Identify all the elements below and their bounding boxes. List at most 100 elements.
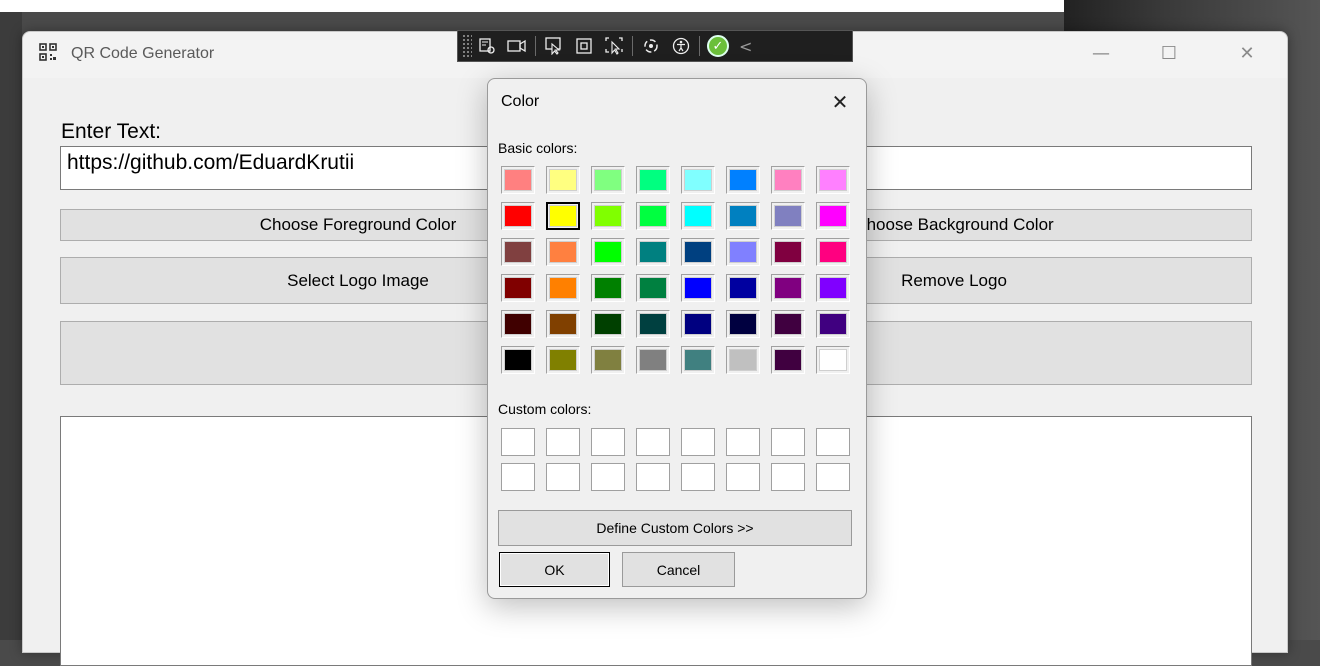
basic-color-swatch[interactable] (591, 346, 625, 374)
debug-toolbar: ✓ < (457, 30, 853, 62)
swatch-fill (549, 313, 577, 335)
cancel-button[interactable]: Cancel (622, 552, 735, 587)
basic-color-swatch[interactable] (546, 346, 580, 374)
basic-color-swatch[interactable] (726, 346, 760, 374)
basic-color-swatch[interactable] (636, 346, 670, 374)
basic-color-swatch[interactable] (771, 238, 805, 266)
custom-color-swatch[interactable] (771, 428, 805, 456)
swatch-fill (639, 313, 667, 335)
basic-color-swatch[interactable] (636, 238, 670, 266)
basic-color-swatch[interactable] (816, 310, 850, 338)
basic-color-swatch[interactable] (636, 166, 670, 194)
basic-color-swatch[interactable] (546, 202, 580, 230)
swatch-fill (774, 277, 802, 299)
basic-color-swatch[interactable] (771, 166, 805, 194)
binding-check-icon[interactable]: ✓ (707, 35, 729, 57)
custom-color-swatch[interactable] (681, 428, 715, 456)
custom-color-swatch[interactable] (636, 463, 670, 491)
basic-color-swatch[interactable] (501, 274, 535, 302)
swatch-fill (504, 277, 532, 299)
basic-color-swatch[interactable] (771, 310, 805, 338)
custom-color-swatch[interactable] (726, 428, 760, 456)
custom-color-swatch[interactable] (501, 428, 535, 456)
custom-color-swatch[interactable] (501, 463, 535, 491)
basic-color-swatch[interactable] (546, 310, 580, 338)
basic-color-swatch[interactable] (681, 166, 715, 194)
basic-color-swatch[interactable] (816, 346, 850, 374)
basic-color-swatch[interactable] (501, 238, 535, 266)
basic-color-swatch[interactable] (681, 238, 715, 266)
ok-button[interactable]: OK (499, 552, 610, 587)
swatch-fill (594, 277, 622, 299)
basic-colors-label: Basic colors: (498, 140, 578, 156)
swatch-fill (729, 349, 757, 371)
record-icon[interactable] (502, 33, 532, 59)
close-button[interactable]: ✕ (1227, 40, 1267, 68)
basic-color-swatch[interactable] (546, 274, 580, 302)
basic-color-swatch[interactable] (501, 310, 535, 338)
custom-color-swatch[interactable] (591, 463, 625, 491)
select-element-icon[interactable] (539, 33, 569, 59)
custom-color-swatch[interactable] (771, 463, 805, 491)
basic-color-swatch[interactable] (726, 202, 760, 230)
custom-color-swatch[interactable] (816, 463, 850, 491)
basic-color-swatch[interactable] (636, 310, 670, 338)
collapse-icon[interactable]: < (739, 37, 752, 56)
basic-color-swatch[interactable] (681, 346, 715, 374)
basic-color-swatch[interactable] (501, 202, 535, 230)
basic-color-swatch[interactable] (501, 166, 535, 194)
basic-color-swatch[interactable] (591, 274, 625, 302)
swatch-fill (594, 169, 622, 191)
basic-color-swatch[interactable] (771, 202, 805, 230)
swatch-fill (819, 241, 847, 263)
basic-color-swatch[interactable] (726, 310, 760, 338)
custom-color-swatch[interactable] (681, 463, 715, 491)
custom-color-swatch[interactable] (726, 463, 760, 491)
live-visual-tree-icon[interactable] (472, 33, 502, 59)
swatch-fill (819, 277, 847, 299)
swatch-fill (549, 169, 577, 191)
custom-color-swatch[interactable] (546, 463, 580, 491)
basic-color-swatch[interactable] (771, 346, 805, 374)
custom-color-swatch[interactable] (816, 428, 850, 456)
toolbar-grip-handle[interactable] (462, 34, 472, 58)
basic-color-swatch[interactable] (546, 238, 580, 266)
custom-colors-label: Custom colors: (498, 401, 592, 417)
basic-color-swatch[interactable] (591, 166, 625, 194)
maximize-button[interactable]: ☐ (1149, 40, 1189, 68)
basic-color-swatch[interactable] (546, 166, 580, 194)
basic-color-swatch[interactable] (501, 346, 535, 374)
basic-color-swatch[interactable] (636, 274, 670, 302)
display-layout-adorners-icon[interactable] (569, 33, 599, 59)
basic-color-swatch[interactable] (591, 238, 625, 266)
swatch-fill (504, 349, 532, 371)
basic-color-swatch[interactable] (816, 166, 850, 194)
swatch-fill (774, 349, 802, 371)
swatch-fill (549, 277, 577, 299)
basic-color-swatch[interactable] (726, 166, 760, 194)
basic-color-swatch[interactable] (681, 310, 715, 338)
basic-color-swatch[interactable] (591, 202, 625, 230)
basic-color-swatch[interactable] (591, 310, 625, 338)
basic-color-swatch[interactable] (771, 274, 805, 302)
basic-color-swatch[interactable] (636, 202, 670, 230)
track-focus-icon[interactable] (599, 33, 629, 59)
basic-color-swatch[interactable] (726, 238, 760, 266)
define-custom-colors-button[interactable]: Define Custom Colors >> (498, 510, 852, 546)
custom-color-swatch[interactable] (591, 428, 625, 456)
basic-color-swatch[interactable] (816, 238, 850, 266)
basic-color-swatch[interactable] (681, 274, 715, 302)
desktop-background-left (0, 12, 22, 640)
swatch-fill (684, 169, 712, 191)
custom-color-swatch[interactable] (546, 428, 580, 456)
hot-reload-icon[interactable] (636, 33, 666, 59)
minimize-button[interactable]: — (1081, 40, 1121, 68)
basic-color-swatch[interactable] (681, 202, 715, 230)
accessibility-icon[interactable] (666, 33, 696, 59)
basic-color-swatch[interactable] (816, 202, 850, 230)
basic-color-swatch[interactable] (816, 274, 850, 302)
swatch-fill (639, 349, 667, 371)
dialog-close-button[interactable]: ✕ (824, 87, 856, 117)
custom-color-swatch[interactable] (636, 428, 670, 456)
basic-color-swatch[interactable] (726, 274, 760, 302)
